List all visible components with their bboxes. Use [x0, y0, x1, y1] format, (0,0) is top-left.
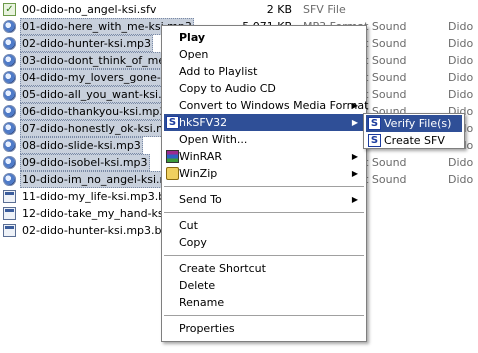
- file-name: 00-dido-no_angel-ksi.sfv: [22, 3, 157, 16]
- file-name-cell: 02-dido-hunter-ksi.mp3: [3, 35, 154, 52]
- file-artist: Dido: [448, 173, 474, 186]
- menu-item-label: Create Shortcut: [179, 262, 266, 275]
- context-menu: Play Open Add to Playlist Copy to Audio CD C…: [161, 25, 368, 342]
- menu-item-hksfv32[interactable]: ShkSFV32 ▶: [164, 114, 364, 131]
- file-name-cell: 07-dido-honestly_ok-ksi.mp3: [3, 120, 183, 137]
- menu-item-open-with[interactable]: Open With...: [164, 131, 364, 148]
- sound-file-icon: [3, 71, 16, 84]
- file-name-cell: 06-dido-thankyou-ksi.mp3: [3, 103, 169, 120]
- sound-file-icon: [3, 54, 16, 67]
- submenu-arrow-icon: ▶: [351, 118, 358, 127]
- winzip-icon: [166, 167, 179, 180]
- file-name-cell: 02-dido-hunter-ksi.mp3.bad: [3, 222, 177, 239]
- menu-item-label: Copy: [179, 236, 207, 249]
- sound-file-icon: [3, 122, 16, 135]
- menu-item-label: WinZip: [179, 167, 218, 180]
- menu-item-label: Play: [179, 31, 206, 44]
- file-name: 02-dido-hunter-ksi.mp3: [20, 35, 154, 52]
- menu-separator: [164, 212, 364, 213]
- submenu-item-label: Create SFV: [384, 134, 445, 147]
- menu-item-add-to-playlist[interactable]: Add to Playlist: [164, 63, 364, 80]
- file-name-cell: 05-dido-all_you_want-ksi.mp: [3, 86, 182, 103]
- file-artist: Dido: [448, 156, 474, 169]
- file-artist: Dido: [448, 20, 474, 33]
- menu-item-label: Properties: [179, 322, 235, 335]
- file-name-cell: 08-dido-slide-ksi.mp3: [3, 137, 143, 154]
- file-name: 05-dido-all_you_want-ksi.mp: [20, 86, 182, 103]
- file-name: 08-dido-slide-ksi.mp3: [20, 137, 143, 154]
- file-row[interactable]: ✓ 00-dido-no_angel-ksi.sfv 2 KB SFV File: [0, 1, 478, 18]
- menu-item-label: Cut: [179, 219, 198, 232]
- submenu-item-verify-file-s[interactable]: S Verify File(s): [366, 115, 462, 132]
- submenu-arrow-icon: ▶: [351, 195, 358, 204]
- winrar-icon: [166, 150, 179, 163]
- file-size: 2 KB: [266, 3, 292, 16]
- file-name: 09-dido-isobel-ksi.mp3: [20, 154, 150, 171]
- file-artist: Dido: [448, 54, 474, 67]
- menu-item-winzip[interactable]: WinZip ▶: [164, 165, 364, 182]
- file-name-cell: 04-dido-my_lovers_gone-ksi.: [3, 69, 182, 86]
- menu-item-play[interactable]: Play: [164, 29, 364, 46]
- menu-item-label: Copy to Audio CD: [179, 82, 276, 95]
- file-name-cell: ✓ 00-dido-no_angel-ksi.sfv: [3, 1, 158, 18]
- menu-separator: [164, 315, 364, 316]
- menu-item-winrar[interactable]: WinRAR ▶: [164, 148, 364, 165]
- submenu-arrow-icon: ▶: [351, 101, 358, 110]
- menu-item-send-to[interactable]: Send To ▶: [164, 191, 364, 208]
- hksfv32-submenu: S Verify File(s) S Create SFV: [363, 113, 465, 149]
- submenu-item-label: Verify File(s): [384, 117, 452, 130]
- bad-file-icon: [3, 224, 16, 237]
- submenu-arrow-icon: ▶: [351, 152, 358, 161]
- submenu-item-create-sfv[interactable]: S Create SFV: [366, 132, 462, 149]
- file-name: 04-dido-my_lovers_gone-ksi.: [20, 69, 182, 86]
- menu-item-label: Add to Playlist: [179, 65, 258, 78]
- menu-item-rename[interactable]: Rename: [164, 294, 364, 311]
- menu-item-cut[interactable]: Cut: [164, 217, 364, 234]
- file-name-cell: 09-dido-isobel-ksi.mp3: [3, 154, 150, 171]
- file-name: 02-dido-hunter-ksi.mp3.bad: [22, 224, 176, 237]
- bad-file-icon: [3, 190, 16, 203]
- menu-item-copy-to-audio-cd[interactable]: Copy to Audio CD: [164, 80, 364, 97]
- menu-item-properties[interactable]: Properties: [164, 320, 364, 337]
- menu-item-label: Delete: [179, 279, 216, 292]
- file-type: SFV File: [303, 3, 346, 16]
- file-name: 07-dido-honestly_ok-ksi.mp3: [20, 120, 183, 137]
- file-artist: Dido: [448, 88, 474, 101]
- menu-item-delete[interactable]: Delete: [164, 277, 364, 294]
- sound-file-icon: [3, 105, 16, 118]
- file-artist: Dido: [448, 71, 474, 84]
- file-name-cell: 11-dido-my_life-ksi.mp3.bad: [3, 188, 181, 205]
- menu-separator: [164, 186, 364, 187]
- menu-item-label: WinRAR: [179, 150, 223, 163]
- sound-file-icon: [3, 37, 16, 50]
- sound-file-icon: [3, 20, 16, 33]
- file-name: 11-dido-my_life-ksi.mp3.bad: [22, 190, 179, 203]
- submenu-arrow-icon: ▶: [351, 169, 358, 178]
- sound-file-icon: [3, 173, 16, 186]
- file-name: 06-dido-thankyou-ksi.mp3: [20, 103, 169, 120]
- sound-file-icon: [3, 156, 16, 169]
- menu-item-open[interactable]: Open: [164, 46, 364, 63]
- file-name-cell: 10-dido-im_no_angel-ksi.mp3: [3, 171, 187, 188]
- file-name-cell: 03-dido-dont_think_of_me-ksi: [3, 52, 187, 69]
- hksfv-icon: S: [166, 116, 179, 129]
- menu-separator: [164, 255, 364, 256]
- sfv-file-icon: ✓: [3, 3, 16, 16]
- menu-item-label: Open: [179, 48, 209, 61]
- menu-item-label: Convert to Windows Media Format: [179, 99, 369, 112]
- hksfv-icon: S: [368, 117, 381, 130]
- menu-item-convert-to-windows-media-format[interactable]: Convert to Windows Media Format ▶: [164, 97, 368, 114]
- sound-file-icon: [3, 139, 16, 152]
- file-artist: Dido: [448, 37, 474, 50]
- menu-item-label: Send To: [179, 193, 222, 206]
- bad-file-icon: [3, 207, 16, 220]
- hksfv-icon: S: [368, 134, 381, 147]
- sound-file-icon: [3, 88, 16, 101]
- menu-item-copy[interactable]: Copy: [164, 234, 364, 251]
- menu-item-create-shortcut[interactable]: Create Shortcut: [164, 260, 364, 277]
- menu-item-label: Rename: [179, 296, 225, 309]
- menu-item-label: Open With...: [179, 133, 248, 146]
- menu-item-label: hkSFV32: [179, 116, 228, 129]
